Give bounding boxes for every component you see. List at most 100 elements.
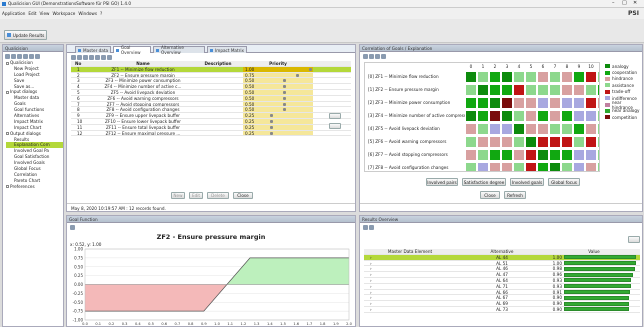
correlation-cell[interactable] — [465, 148, 477, 161]
correlation-cell[interactable] — [537, 135, 549, 148]
correlation-cell[interactable] — [477, 161, 489, 171]
correlation-cell[interactable] — [513, 96, 525, 109]
correlation-cell[interactable] — [477, 148, 489, 161]
edit-button[interactable]: Edit — [189, 192, 203, 199]
help-icon[interactable] — [107, 54, 112, 60]
correlation-cell[interactable] — [561, 109, 573, 122]
correlation-cell[interactable] — [465, 96, 477, 109]
correlation-cell[interactable] — [549, 83, 561, 96]
correlation-cell[interactable] — [561, 161, 573, 171]
correlation-cell[interactable] — [573, 109, 585, 122]
minimize-icon[interactable]: – — [612, 0, 615, 6]
menu-item-0[interactable]: Application — [2, 11, 25, 16]
new-icon[interactable] — [5, 53, 10, 59]
priority-slider-handle[interactable] — [283, 96, 286, 100]
correlation-cell[interactable] — [501, 135, 513, 148]
zoom-in-icon[interactable] — [363, 53, 368, 59]
priority-cell[interactable]: 0.50 — [243, 89, 313, 95]
correlation-cell[interactable] — [597, 135, 599, 148]
maximize-icon[interactable]: □ — [622, 0, 627, 6]
expand-icon[interactable] — [6, 132, 9, 136]
correlation-cell[interactable] — [465, 135, 477, 148]
expand-icon[interactable]: › — [364, 290, 456, 295]
correlation-cell[interactable] — [489, 135, 501, 148]
expand-icon[interactable]: › — [364, 261, 456, 266]
close-icon[interactable]: ✕ — [633, 0, 637, 6]
correlation-cell[interactable] — [561, 135, 573, 148]
involved-goals-button[interactable]: Involved goals — [510, 178, 544, 186]
refresh-button[interactable]: Refresh — [504, 191, 526, 199]
correlation-cell[interactable] — [501, 96, 513, 109]
correlation-cell[interactable] — [501, 70, 513, 83]
correlation-cell[interactable] — [489, 161, 501, 171]
correlation-cell[interactable] — [465, 161, 477, 171]
correlation-cell[interactable] — [585, 109, 597, 122]
correlation-cell[interactable] — [501, 148, 513, 161]
expand-button[interactable] — [628, 236, 640, 243]
correlation-cell[interactable] — [573, 161, 585, 171]
add-icon[interactable] — [71, 54, 76, 60]
correlation-cell[interactable] — [597, 122, 599, 135]
correlation-cell[interactable] — [513, 83, 525, 96]
expand-icon[interactable]: › — [364, 255, 456, 260]
settings-icon[interactable] — [381, 53, 386, 59]
correlation-cell[interactable] — [561, 70, 573, 83]
copy-icon[interactable] — [89, 54, 94, 60]
expand-icon[interactable]: › — [364, 284, 456, 289]
correlation-cell[interactable] — [573, 70, 585, 83]
correlation-cell[interactable] — [465, 122, 477, 135]
correlation-cell[interactable] — [549, 122, 561, 135]
correlation-cell[interactable] — [549, 161, 561, 171]
correlation-cell[interactable] — [489, 70, 501, 83]
global-focus-button[interactable]: Global focus — [548, 178, 580, 186]
menu-item-3[interactable]: Workspace — [52, 11, 75, 16]
correlation-cell[interactable] — [489, 148, 501, 161]
priority-slider-handle[interactable] — [283, 102, 286, 106]
expand-icon[interactable]: › — [364, 307, 456, 312]
correlation-cell[interactable] — [597, 83, 599, 96]
priority-cell[interactable]: 0.75 — [243, 72, 313, 78]
expand-icon[interactable]: › — [364, 295, 456, 300]
priority-slider-handle[interactable] — [270, 119, 273, 123]
correlation-cell[interactable] — [477, 70, 489, 83]
correlation-cell[interactable] — [513, 122, 525, 135]
filter-icon[interactable] — [369, 224, 374, 230]
priority-cell[interactable]: 0.50 — [243, 95, 313, 101]
zoom-out-icon[interactable] — [369, 53, 374, 59]
correlation-cell[interactable] — [525, 83, 537, 96]
correlation-cell[interactable] — [537, 161, 549, 171]
close-button[interactable]: Close — [233, 192, 253, 199]
correlation-cell[interactable] — [513, 135, 525, 148]
correlation-cell[interactable] — [597, 109, 599, 122]
correlation-cell[interactable] — [573, 83, 585, 96]
correlation-cell[interactable] — [525, 148, 537, 161]
priority-slider-handle[interactable] — [296, 73, 299, 77]
tab-1[interactable]: Goal Overview — [113, 45, 151, 55]
priority-cell[interactable]: 0.50 — [243, 101, 313, 107]
correlation-cell[interactable] — [465, 70, 477, 83]
tab-0[interactable]: Master data — [75, 46, 111, 53]
involved-pairs-button[interactable]: Involved pairs — [426, 178, 458, 186]
correlation-cell[interactable] — [597, 70, 599, 83]
correlation-cell[interactable] — [465, 83, 477, 96]
correlation-cell[interactable] — [537, 96, 549, 109]
priority-cell[interactable]: 1.00 — [243, 66, 313, 72]
correlation-cell[interactable] — [525, 109, 537, 122]
expand-icon[interactable] — [6, 90, 9, 94]
correlation-cell[interactable] — [597, 96, 599, 109]
correlation-cell[interactable] — [513, 161, 525, 171]
priority-slider-handle[interactable] — [270, 131, 273, 135]
priority-slider-handle[interactable] — [283, 79, 286, 83]
expand-icon[interactable]: › — [364, 278, 456, 283]
expand-icon[interactable] — [6, 61, 9, 65]
correlation-cell[interactable] — [585, 148, 597, 161]
priority-cell[interactable]: 0.50 — [243, 84, 313, 89]
correlation-cell[interactable] — [513, 148, 525, 161]
correlation-cell[interactable] — [501, 83, 513, 96]
correlation-cell[interactable] — [477, 135, 489, 148]
correlation-cell[interactable] — [489, 96, 501, 109]
correlation-cell[interactable] — [549, 148, 561, 161]
correlation-cell[interactable] — [501, 122, 513, 135]
close-button[interactable]: Close — [480, 191, 500, 199]
correlation-cell[interactable] — [477, 83, 489, 96]
